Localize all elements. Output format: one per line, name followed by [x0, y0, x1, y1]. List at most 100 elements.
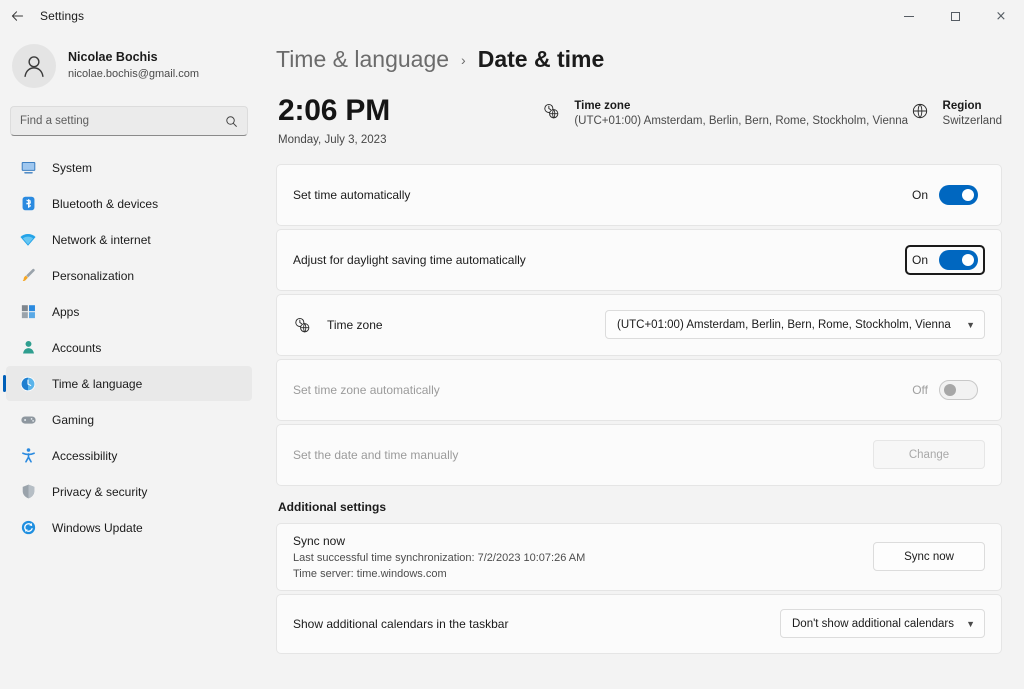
sync-now-card: Sync now Last successful time synchroniz… — [276, 523, 1002, 591]
page-title: Date & time — [478, 46, 605, 73]
additional-calendars-row: Show additional calendars in the taskbar… — [277, 595, 1001, 653]
set-timezone-automatically-row: Set time zone automatically Off — [277, 360, 1001, 420]
sidebar-item-gaming[interactable]: Gaming — [6, 402, 252, 437]
sidebar-item-label: Personalization — [52, 269, 134, 283]
search-wrapper — [0, 102, 258, 146]
set-datetime-manually-row: Set the date and time manually Change — [277, 425, 1001, 485]
maximize-button[interactable] — [932, 0, 978, 32]
sidebar-item-personalization[interactable]: Personalization — [6, 258, 252, 293]
accessibility-icon — [18, 446, 38, 466]
change-button: Change — [873, 440, 985, 469]
set-timezone-automatically-toggle-wrap: Off — [905, 375, 985, 405]
sidebar-item-label: Accessibility — [52, 449, 117, 463]
sidebar-item-label: Gaming — [52, 413, 94, 427]
timezone-dropdown[interactable]: (UTC+01:00) Amsterdam, Berlin, Bern, Rom… — [605, 310, 985, 339]
clock-globe-icon — [540, 100, 562, 120]
set-time-automatically-card: Set time automatically On — [276, 164, 1002, 226]
additional-calendars-label: Show additional calendars in the taskbar — [293, 617, 780, 631]
region-summary-text: Region Switzerland — [943, 100, 1002, 127]
sidebar-item-label: Network & internet — [52, 233, 151, 247]
sync-now-button[interactable]: Sync now — [873, 542, 985, 571]
timezone-summary-title: Time zone — [574, 100, 908, 112]
breadcrumb-parent[interactable]: Time & language — [276, 46, 449, 73]
close-button[interactable]: × — [978, 0, 1024, 32]
sidebar-item-time-language[interactable]: Time & language — [6, 366, 252, 401]
region-summary: Region Switzerland — [909, 95, 1002, 127]
minimize-button[interactable] — [886, 0, 932, 32]
set-timezone-automatically-toggle — [939, 380, 978, 400]
profile-name: Nicolae Bochis — [68, 50, 199, 66]
close-icon: × — [996, 10, 1007, 23]
window-controls: × — [886, 0, 1024, 32]
timezone-dropdown-value: (UTC+01:00) Amsterdam, Berlin, Bern, Rom… — [617, 319, 951, 331]
search-icon — [225, 115, 238, 128]
sidebar-item-label: Apps — [52, 305, 79, 319]
profile-text: Nicolae Bochis nicolae.bochis@gmail.com — [68, 50, 199, 81]
bluetooth-icon — [18, 194, 38, 214]
chevron-down-icon: ▼ — [966, 320, 975, 330]
sidebar-item-windows-update[interactable]: Windows Update — [6, 510, 252, 545]
sidebar-item-accessibility[interactable]: Accessibility — [6, 438, 252, 473]
clock-block: 2:06 PM Monday, July 3, 2023 — [278, 95, 540, 146]
search-input[interactable] — [20, 115, 225, 127]
sidebar-item-bluetooth-devices[interactable]: Bluetooth & devices — [6, 186, 252, 221]
sidebar-item-network-internet[interactable]: Network & internet — [6, 222, 252, 257]
timezone-summary-text: Time zone (UTC+01:00) Amsterdam, Berlin,… — [574, 100, 908, 127]
search-box[interactable] — [10, 106, 248, 136]
sync-now-row: Sync now Last successful time synchroniz… — [277, 524, 1001, 590]
sidebar-item-system[interactable]: System — [6, 150, 252, 185]
daylight-saving-toggle[interactable] — [939, 250, 978, 270]
apps-icon — [18, 302, 38, 322]
toggle-knob — [944, 384, 956, 396]
avatar — [12, 44, 56, 88]
set-timezone-automatically-card: Set time zone automatically Off — [276, 359, 1002, 421]
additional-settings-heading: Additional settings — [278, 500, 1002, 514]
sidebar: Nicolae Bochis nicolae.bochis@gmail.com — [0, 32, 258, 689]
set-time-automatically-row[interactable]: Set time automatically On — [277, 165, 1001, 225]
titlebar: Settings × — [0, 0, 1024, 32]
timezone-row: Time zone (UTC+01:00) Amsterdam, Berlin,… — [277, 295, 1001, 355]
sidebar-item-label: Bluetooth & devices — [52, 197, 158, 211]
toggle-knob — [962, 254, 974, 266]
daylight-saving-card: Adjust for daylight saving time automati… — [276, 229, 1002, 291]
set-datetime-manually-card: Set the date and time manually Change — [276, 424, 1002, 486]
set-time-automatically-label: Set time automatically — [293, 188, 905, 202]
display-icon — [18, 158, 38, 178]
sidebar-item-accounts[interactable]: Accounts — [6, 330, 252, 365]
timezone-card: Time zone (UTC+01:00) Amsterdam, Berlin,… — [276, 294, 1002, 356]
person-avatar-icon — [19, 51, 49, 81]
clock-globe-icon — [18, 374, 38, 394]
set-timezone-automatically-state: Off — [912, 383, 928, 397]
set-time-automatically-toggle[interactable] — [939, 185, 978, 205]
shield-icon — [18, 482, 38, 502]
breadcrumb: Time & language › Date & time — [276, 46, 1002, 73]
sync-time-server: Time server: time.windows.com — [293, 568, 873, 580]
current-time: 2:06 PM — [278, 95, 540, 127]
sidebar-item-label: System — [52, 161, 92, 175]
sidebar-item-privacy-security[interactable]: Privacy & security — [6, 474, 252, 509]
additional-calendars-value: Don't show additional calendars — [792, 618, 954, 630]
additional-calendars-dropdown[interactable]: Don't show additional calendars ▼ — [780, 609, 985, 638]
back-button[interactable] — [0, 0, 34, 32]
paintbrush-icon — [18, 266, 38, 286]
daylight-saving-toggle-wrap[interactable]: On — [905, 245, 985, 275]
timezone-row-label: Time zone — [327, 318, 605, 332]
timezone-summary-value: (UTC+01:00) Amsterdam, Berlin, Bern, Rom… — [574, 115, 908, 127]
daylight-saving-row[interactable]: Adjust for daylight saving time automati… — [277, 230, 1001, 290]
sidebar-item-label: Windows Update — [52, 521, 143, 535]
chevron-down-icon: ▼ — [966, 619, 975, 629]
toggle-knob — [962, 189, 974, 201]
app-title: Settings — [40, 9, 84, 23]
sidebar-item-apps[interactable]: Apps — [6, 294, 252, 329]
profile-section[interactable]: Nicolae Bochis nicolae.bochis@gmail.com — [0, 32, 258, 102]
wifi-icon — [18, 230, 38, 250]
set-time-automatically-toggle-wrap[interactable]: On — [905, 180, 985, 210]
sidebar-item-label: Privacy & security — [52, 485, 147, 499]
sidebar-item-label: Accounts — [52, 341, 101, 355]
gamepad-icon — [18, 410, 38, 430]
set-time-automatically-state: On — [912, 188, 928, 202]
sidebar-item-label: Time & language — [52, 377, 142, 391]
sync-last-synchronization: Last successful time synchronization: 7/… — [293, 552, 873, 564]
person-icon — [18, 338, 38, 358]
daylight-saving-label: Adjust for daylight saving time automati… — [293, 253, 905, 267]
